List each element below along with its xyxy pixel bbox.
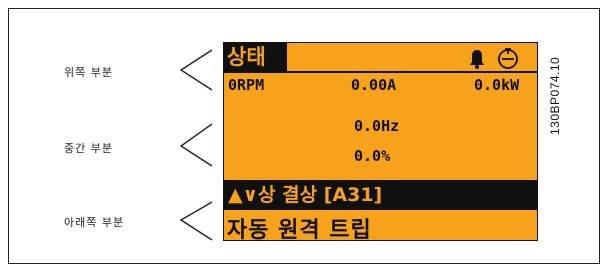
readout-frequency: 0.0Hz — [354, 117, 400, 135]
readout-current: 0.00A — [351, 76, 397, 94]
top-divider — [224, 71, 537, 73]
bracket-middle — [179, 123, 213, 167]
status-icons — [470, 48, 518, 69]
alarm-text: ▲∨상 결상 [A31] — [228, 184, 383, 206]
lcp-display: 상태 0RPM 0.00A 0.0kW 0.0Hz 0.0% ▲∨상 결상 [A… — [223, 42, 538, 243]
motor-icon — [498, 48, 518, 69]
trip-text: 자동 원격 트립 — [227, 218, 372, 243]
readout-percent: 0.0% — [354, 147, 391, 165]
document-id: 130BP074.10 — [548, 56, 562, 135]
readout-power: 0.0kW — [474, 76, 520, 94]
readout-speed: 0RPM — [228, 76, 265, 94]
status-title: 상태 — [224, 43, 287, 71]
alarm-bar: ▲∨상 결상 [A31] — [224, 180, 537, 210]
bell-icon — [470, 50, 484, 69]
bracket-top — [179, 49, 213, 91]
bracket-bottom — [179, 201, 213, 241]
